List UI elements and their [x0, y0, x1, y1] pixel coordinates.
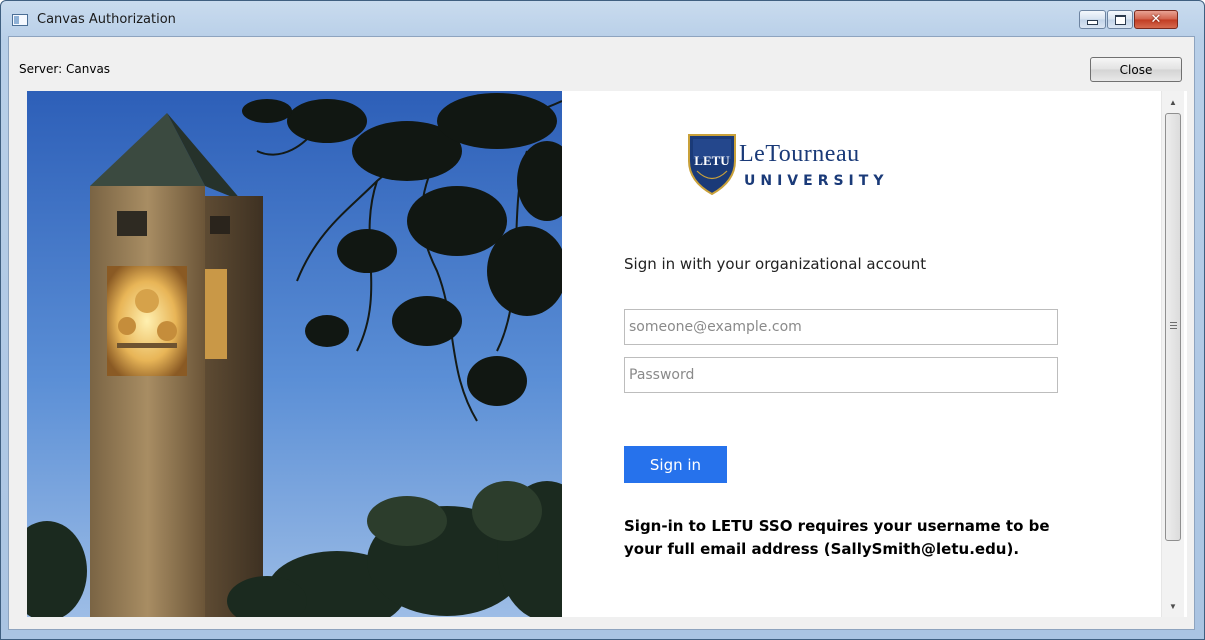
logo-subtitle: UNIVERSITY [744, 173, 889, 189]
sign-in-heading: Sign in with your organizational account [624, 255, 927, 273]
minimize-button[interactable] [1079, 10, 1106, 29]
close-button[interactable]: Close [1090, 57, 1182, 82]
email-field[interactable] [624, 309, 1058, 345]
university-shield-icon: LETU [688, 134, 736, 195]
scrollbar-grip-icon [1170, 322, 1177, 331]
password-field[interactable] [624, 357, 1058, 393]
maximize-icon [1114, 14, 1126, 25]
svg-text:LETU: LETU [694, 153, 730, 168]
sign-in-notice: Sign-in to LETU SSO requires your userna… [624, 517, 1050, 558]
sign-in-button[interactable]: Sign in [624, 446, 727, 483]
application-window-icon [12, 14, 28, 26]
title-bar[interactable]: Canvas Authorization ✕ [1, 1, 1204, 37]
scroll-down-arrow-icon[interactable]: ▼ [1162, 597, 1184, 615]
vertical-scrollbar[interactable]: ▲ ▼ [1161, 91, 1184, 617]
sign-in-panel: LETU LeTourneau UNIVERSITY Sign in with … [624, 91, 1144, 617]
maximize-button[interactable] [1107, 10, 1133, 29]
logo-wordmark: LeTourneau [739, 141, 860, 167]
window-title: Canvas Authorization [37, 12, 176, 27]
embedded-browser: LETU LeTourneau UNIVERSITY Sign in with … [27, 91, 1187, 617]
scroll-up-arrow-icon[interactable]: ▲ [1162, 93, 1184, 111]
scrollbar-thumb[interactable] [1165, 113, 1181, 541]
letourneau-university-logo: LETU LeTourneau UNIVERSITY [687, 131, 917, 203]
server-label: Server: Canvas [19, 62, 111, 76]
window-close-button[interactable]: ✕ [1134, 10, 1178, 29]
close-icon: ✕ [1150, 12, 1162, 27]
minimize-icon [1087, 20, 1098, 25]
bell-tower-photo [27, 91, 562, 617]
